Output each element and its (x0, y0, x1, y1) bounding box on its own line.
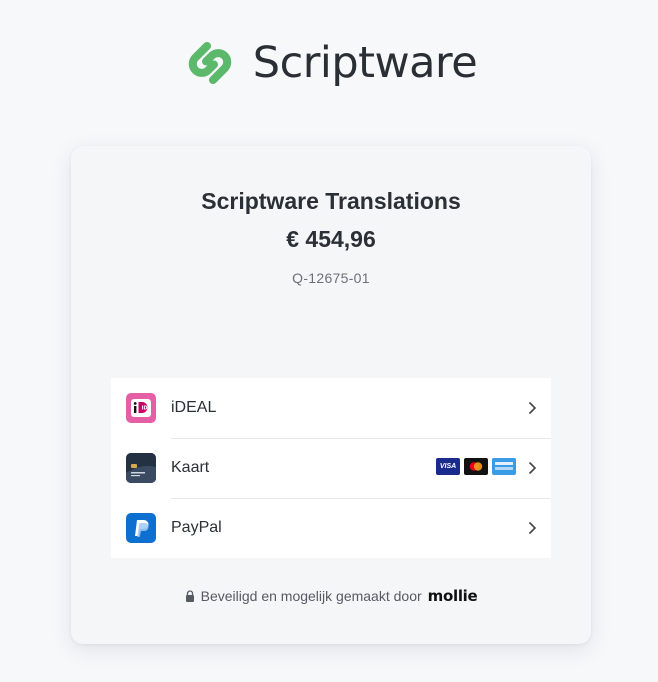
order-title: Scriptware Translations (201, 188, 461, 214)
order-reference: Q-12675-01 (292, 270, 370, 286)
visa-icon: VISA (436, 458, 460, 475)
payment-method-card[interactable]: Kaart VISA (111, 438, 551, 498)
credit-card-icon (126, 453, 156, 483)
scriptware-chain-icon (188, 42, 231, 84)
chevron-right-icon (528, 401, 537, 415)
brand-name: Scriptware (252, 38, 478, 88)
lock-icon (185, 590, 194, 602)
svg-text:IDE: IDE (142, 406, 152, 412)
paypal-icon (126, 513, 156, 543)
checkout-card: Scriptware Translations € 454,96 Q-12675… (71, 146, 591, 644)
order-amount: € 454,96 (286, 226, 376, 252)
payment-method-label: Kaart (171, 459, 210, 476)
payment-method-list: IDE iDEAL Kaart VISA PayPal (111, 378, 551, 558)
amex-icon (492, 458, 516, 475)
payment-method-paypal[interactable]: PayPal (111, 498, 551, 558)
mastercard-icon (464, 458, 488, 475)
payment-method-label: iDEAL (171, 399, 217, 416)
ideal-icon: IDE (126, 393, 156, 423)
card-brand-list: VISA (436, 458, 516, 475)
mollie-logo[interactable]: mollie (428, 587, 478, 605)
payment-method-ideal[interactable]: IDE iDEAL (111, 378, 551, 438)
brand-header: Scriptware (0, 34, 658, 92)
secure-footer-text: Beveiligd en mogelijk gemaakt door (200, 588, 422, 604)
secure-footer: Beveiligd en mogelijk gemaakt door molli… (71, 587, 591, 605)
payment-method-label: PayPal (171, 519, 222, 536)
chevron-right-icon (528, 461, 537, 475)
chevron-right-icon (528, 521, 537, 535)
